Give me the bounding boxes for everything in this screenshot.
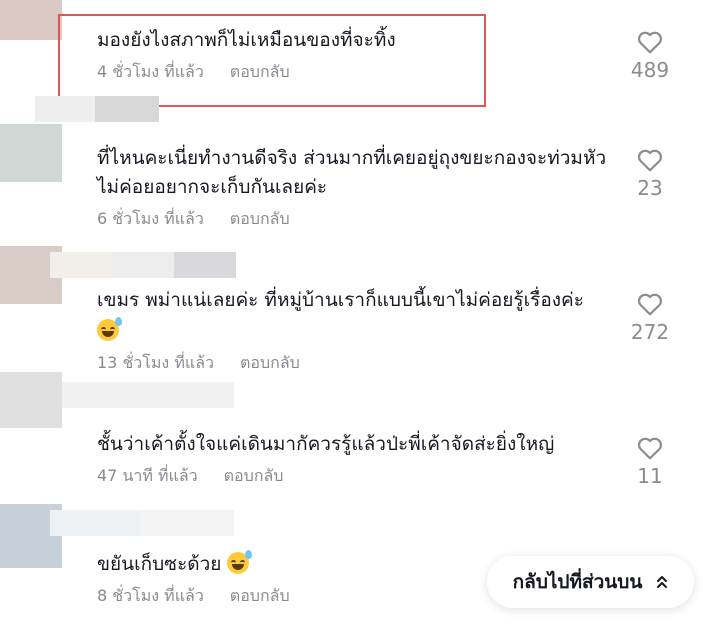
- grinning-sweat-emoji: [227, 550, 253, 574]
- comment-time: 6 ชั่วโมง ที่แล้ว: [97, 209, 204, 228]
- like-group: 23: [623, 148, 677, 200]
- reply-button[interactable]: ตอบกลับ: [230, 207, 290, 232]
- comment-text: ชั้นว่าเค้าตั้งใจแค่เดินมากัควรรู้แล้วป่…: [97, 433, 555, 455]
- reply-button[interactable]: ตอบกลับ: [224, 464, 284, 489]
- like-count: 23: [637, 176, 663, 200]
- avatar[interactable]: [0, 124, 62, 182]
- name-blur: [50, 510, 140, 536]
- comment-item: ชั้นว่าเค้าตั้งใจแค่เดินมากัควรรู้แล้วป่…: [0, 372, 703, 498]
- like-count: 489: [630, 58, 670, 82]
- heart-outline-icon[interactable]: [637, 148, 663, 172]
- name-blur: [140, 510, 234, 536]
- like-count: 272: [630, 320, 670, 344]
- like-group: 11: [623, 436, 677, 488]
- avatar[interactable]: [0, 0, 62, 40]
- double-chevron-up-icon: [657, 576, 668, 588]
- name-blur: [50, 252, 112, 278]
- grinning-sweat-emoji: [97, 317, 122, 341]
- comment-time: 8 ชั่วโมง ที่แล้ว: [97, 586, 204, 605]
- heart-outline-icon[interactable]: [637, 436, 663, 460]
- highlight-box: [58, 14, 486, 107]
- comment-text: เขมร พม่าแน่เลยค่ะ ที่หมู่บ้านเราก็แบบนี…: [97, 289, 584, 311]
- name-blur: [112, 252, 174, 278]
- name-blur: [62, 382, 234, 408]
- back-to-top-label: กลับไปที่ส่วนบน: [512, 571, 643, 593]
- like-group: 489: [623, 30, 677, 82]
- like-count: 11: [637, 464, 663, 488]
- like-group: 272: [623, 292, 677, 344]
- comment-item: ที่ไหนคะเนี่ยทำงานดีจริง ส่วนมากที่เคยอย…: [0, 96, 703, 236]
- comment-time: 47 นาที ที่แล้ว: [97, 466, 198, 485]
- comment-item: เขมร พม่าแน่เลยค่ะ ที่หมู่บ้านเราก็แบบนี…: [0, 246, 703, 376]
- heart-outline-icon[interactable]: [637, 30, 663, 54]
- heart-outline-icon[interactable]: [637, 292, 663, 316]
- back-to-top-button[interactable]: กลับไปที่ส่วนบน: [487, 556, 694, 608]
- name-blur: [174, 252, 236, 278]
- avatar[interactable]: [0, 372, 62, 428]
- reply-button[interactable]: ตอบกลับ: [230, 584, 290, 609]
- name-blur: [95, 96, 159, 122]
- comment-text: ที่ไหนคะเนี่ยทำงานดีจริง ส่วนมากที่เคยอย…: [97, 147, 607, 198]
